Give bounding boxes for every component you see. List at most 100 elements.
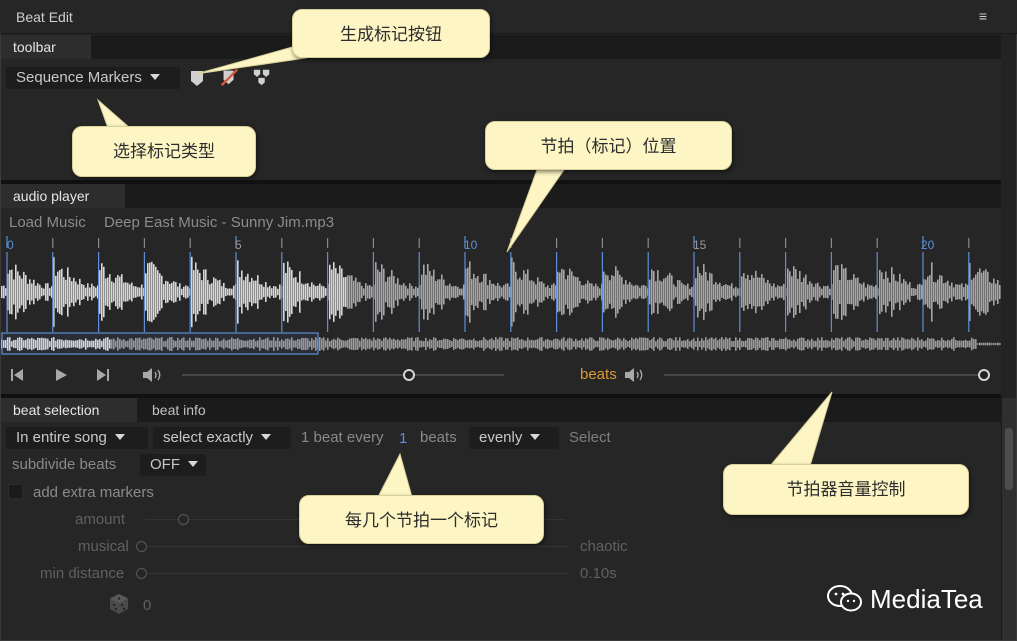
waveform-bar — [655, 281, 657, 303]
waveform-bar — [861, 284, 863, 300]
overview-bar — [531, 339, 533, 349]
scrollbar-thumb[interactable] — [1005, 428, 1013, 490]
waveform-bar — [593, 286, 595, 298]
skip-forward-icon[interactable] — [96, 368, 110, 382]
overview-bar — [967, 340, 969, 348]
waveform-bar — [191, 256, 193, 328]
overview-bar — [533, 340, 535, 348]
waveform-bar — [99, 270, 101, 314]
waveform[interactable] — [1, 252, 1001, 332]
overview-bar — [419, 340, 421, 348]
tab-audio-player[interactable]: audio player — [1, 184, 125, 208]
distribution-dropdown[interactable]: evenly — [469, 427, 559, 449]
min-distance-knob[interactable] — [136, 568, 147, 579]
min-distance-track[interactable] — [148, 573, 568, 574]
waveform-bar — [777, 285, 779, 299]
marker-type-dropdown[interactable]: Sequence Markers — [6, 67, 180, 89]
waveform-bar — [529, 280, 531, 304]
overview-viewport[interactable] — [1, 332, 319, 355]
hamburger-icon[interactable]: ≡ — [976, 9, 990, 23]
overview-waveform[interactable] — [1, 332, 1001, 356]
waveform-bar — [621, 277, 623, 307]
waveform-bar — [707, 280, 709, 304]
waveform-bar — [747, 274, 749, 310]
waveform-bar — [691, 287, 693, 297]
subdivide-label: subdivide beats — [12, 456, 117, 473]
scope-dropdown[interactable]: In entire song — [6, 427, 148, 449]
waveform-bar — [815, 283, 817, 301]
tab-toolbar[interactable]: toolbar — [1, 35, 91, 59]
waveform-bar — [349, 275, 351, 309]
overview-bar — [509, 340, 511, 348]
load-music-button[interactable]: Load Music — [9, 214, 86, 231]
waveform-bar — [59, 269, 61, 315]
tab-beat-selection[interactable]: beat selection — [1, 398, 137, 422]
metronome-volume-knob[interactable] — [978, 369, 990, 381]
metronome-volume-track[interactable] — [664, 374, 984, 376]
play-icon[interactable] — [54, 368, 68, 382]
volume-icon[interactable] — [142, 367, 164, 383]
overview-bar — [325, 340, 327, 348]
waveform-bar — [953, 287, 955, 297]
waveform-bar — [401, 285, 403, 299]
waveform-bar — [411, 285, 413, 299]
music-volume-track[interactable] — [182, 374, 504, 376]
waveform-bar — [905, 281, 907, 303]
waveform-bar — [899, 273, 901, 311]
clear-markers-icon[interactable] — [219, 67, 239, 87]
overview-bar — [657, 339, 659, 349]
waveform-bar — [223, 282, 225, 302]
overview-bar — [555, 338, 557, 350]
scrollbar[interactable] — [1001, 398, 1016, 640]
amount-knob[interactable] — [178, 514, 189, 525]
overview-bar — [483, 337, 485, 351]
overview-bar — [777, 340, 779, 348]
waveform-bar — [23, 271, 25, 313]
waveform-bar — [83, 284, 85, 300]
overview-bar — [823, 340, 825, 348]
mode-dropdown[interactable]: select exactly — [153, 427, 291, 449]
overview-bar — [931, 338, 933, 350]
beat-edit-icon[interactable] — [252, 67, 272, 87]
beat-ruler[interactable] — [1, 234, 1001, 252]
waveform-bar — [339, 265, 341, 319]
select-button[interactable]: Select — [569, 429, 611, 446]
metronome-volume-icon[interactable] — [624, 367, 646, 383]
waveform-bar — [3, 285, 5, 299]
chaos-track[interactable] — [148, 546, 568, 547]
waveform-bar — [233, 285, 235, 299]
waveform-bar — [907, 284, 909, 300]
waveform-bar — [353, 280, 355, 304]
waveform-bar — [125, 282, 127, 302]
skip-back-icon[interactable] — [10, 368, 24, 382]
waveform-bar — [513, 262, 515, 322]
waveform-bar — [883, 279, 885, 305]
waveform-bar — [385, 281, 387, 303]
waveform-bar — [335, 268, 337, 316]
waveform-bar — [179, 283, 181, 301]
waveform-bar — [357, 282, 359, 302]
tab-beat-info[interactable]: beat info — [140, 398, 244, 422]
waveform-bar — [607, 275, 609, 309]
waveform-bar — [129, 284, 131, 300]
dice-icon[interactable] — [107, 592, 131, 616]
chaos-knob[interactable] — [136, 541, 147, 552]
marker-icon[interactable] — [188, 68, 208, 88]
overview-bar — [855, 337, 857, 351]
waveform-bar — [377, 269, 379, 315]
every-value-input[interactable]: 1 — [399, 430, 407, 447]
overview-bar — [659, 337, 661, 351]
overview-bar — [703, 340, 705, 348]
waveform-bar — [791, 276, 793, 308]
waveform-bar — [733, 288, 735, 296]
overview-bar — [711, 337, 713, 351]
overview-bar — [505, 338, 507, 350]
overview-bar — [427, 341, 429, 347]
waveform-bar — [193, 270, 195, 314]
waveform-bar — [247, 273, 249, 311]
subdivide-dropdown[interactable]: OFF — [140, 454, 206, 476]
music-volume-knob[interactable] — [403, 369, 415, 381]
extra-markers-checkbox[interactable] — [8, 484, 23, 499]
musical-label: musical — [78, 538, 129, 555]
waveform-bar — [311, 282, 313, 302]
